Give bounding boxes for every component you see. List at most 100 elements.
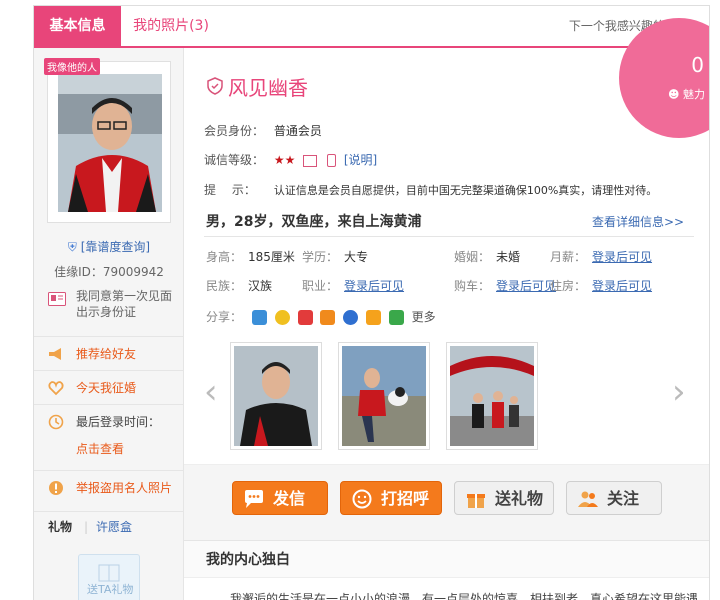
tab-wish-box[interactable]: 许愿盒	[96, 512, 132, 542]
megaphone-icon	[49, 348, 61, 360]
last-login-label: 最后登录时间：	[76, 415, 161, 429]
qzone-share-icon[interactable]	[251, 310, 267, 325]
tab-gift[interactable]: 礼物	[48, 512, 72, 542]
member-id: 佳缘ID：79009942	[54, 265, 164, 279]
gift-icon	[98, 564, 120, 582]
gift-icon	[467, 494, 485, 508]
divider	[204, 236, 694, 237]
fact-nation: 民族： 汉族	[206, 277, 272, 294]
monologue-header: 我的内心独白	[184, 540, 709, 578]
send-gift-label: 送礼物	[495, 489, 544, 508]
fact-salary-value[interactable]: 登录后可见	[592, 250, 652, 264]
send-gift-button[interactable]: 送礼物	[454, 481, 554, 515]
fact-height-value: 185厘米	[248, 250, 295, 264]
fact-marriage-value: 未婚	[496, 250, 521, 264]
smiley-icon	[352, 489, 372, 509]
verify-today-label: 今天我征婚	[76, 381, 137, 395]
heart-icon	[48, 381, 64, 396]
fact-education-value: 大专	[344, 250, 369, 264]
shield-icon: ⛨	[67, 240, 77, 254]
photo-2	[342, 346, 426, 446]
action-buttons: 发信 打招呼 送礼物 关注	[184, 464, 709, 540]
follow-label: 关注	[607, 489, 640, 508]
share-label: 分享：	[206, 310, 243, 324]
credit-level-label: 诚信等级：	[204, 153, 265, 167]
tab-basic-info[interactable]: 基本信息	[34, 6, 121, 46]
share-more-link[interactable]: 更多	[412, 310, 436, 324]
fact-marriage-key: 婚姻：	[454, 250, 491, 264]
photo-thumb[interactable]	[230, 342, 322, 450]
tab-my-photos[interactable]: 我的照片(3)	[121, 6, 221, 46]
photo-thumb[interactable]	[446, 342, 538, 450]
fact-salary: 月薪： 登录后可见	[550, 248, 652, 265]
send-gift-label: 送TA礼物	[87, 583, 134, 596]
tip-row: 提 示： 认证信息是会员自愿提供，目前中国无完整渠道确保100%真实，请理性对待…	[204, 181, 657, 198]
greet-button[interactable]: 打招呼	[340, 481, 442, 515]
id-verify-icon[interactable]	[303, 154, 318, 167]
people-icon	[578, 491, 598, 507]
last-login-link[interactable]: 点击查看	[76, 440, 124, 457]
fact-height: 身高： 185厘米	[206, 248, 295, 265]
follow-button[interactable]: 关注	[566, 481, 662, 515]
fact-marriage: 婚姻： 未婚	[454, 248, 520, 265]
avatar[interactable]	[58, 74, 162, 212]
kaixin-share-icon[interactable]	[343, 310, 359, 325]
fact-salary-key: 月薪：	[550, 250, 587, 264]
fact-nation-value: 汉族	[248, 279, 273, 293]
fact-education-key: 学历：	[302, 250, 339, 264]
fact-car: 购车： 登录后可见	[454, 277, 556, 294]
credit-query-link[interactable]: ⛨ [靠谱度查询]	[34, 238, 184, 255]
last-login-row: 最后登录时间：	[34, 404, 184, 438]
renren-share-icon[interactable]	[297, 310, 313, 325]
member-level-label: 会员身份：	[204, 124, 265, 138]
credit-query-label: [靠谱度查询]	[80, 240, 151, 254]
douban-share-icon[interactable]	[320, 310, 336, 325]
member-badge-icon	[207, 77, 223, 95]
send-message-label: 发信	[273, 489, 306, 508]
monologue-text: 我邂逅的生活是在一点小小的浪漫，有一点层处的惊喜，相扶到老，真心希望在这里能遇	[230, 592, 699, 600]
profile-page: 基本信息 我的照片(3) 下一个我感兴趣的人>> 我像他的人 ⛨ [靠谱度查询]…	[33, 5, 710, 600]
fact-job: 职业： 登录后可见	[302, 277, 404, 294]
phone-verify-icon[interactable]	[327, 154, 336, 167]
charm-label-text: 魅力	[683, 88, 705, 101]
greet-label: 打招呼	[381, 489, 430, 508]
fact-job-key: 职业：	[302, 279, 339, 293]
view-details-link[interactable]: 查看详细信息>>	[592, 213, 684, 230]
weibo-share-icon[interactable]	[274, 310, 290, 325]
id-card-agreement-text: 我同意第一次见面出示身份证	[76, 289, 173, 319]
id-card-agreement: 我同意第一次见面出示身份证	[48, 288, 178, 320]
photo-strip: ‹ ›	[204, 342, 694, 454]
clock-icon	[48, 414, 64, 430]
fact-nation-key: 民族：	[206, 279, 243, 293]
credit-stars: ★★	[273, 153, 296, 167]
gift-tabs: 礼物 | 许愿盒	[34, 511, 184, 541]
tqq-share-icon[interactable]	[365, 310, 381, 325]
left-sidebar: 我像他的人 ⛨ [靠谱度查询] 佳缘ID：79009942 我同意第一次见面出示…	[34, 48, 184, 600]
fact-house-key: 住房：	[550, 279, 587, 293]
tip-value: 认证信息是会员自愿提供，目前中国无完整渠道确保100%真实，请理性对待。	[273, 184, 658, 197]
credit-explain-link[interactable]: [说明]	[344, 153, 377, 167]
tab-bar: 基本信息 我的照片(3) 下一个我感兴趣的人>>	[34, 6, 709, 48]
recommend-label: 推荐给好友	[76, 347, 137, 361]
fact-job-value[interactable]: 登录后可见	[344, 279, 404, 293]
report-fake-photo[interactable]: 举报盗用名人照片	[34, 470, 184, 504]
send-message-button[interactable]: 发信	[232, 481, 328, 515]
charm-value: 0	[691, 53, 704, 77]
photo-next-arrow[interactable]: ›	[672, 372, 686, 412]
verify-today[interactable]: 今天我征婚	[34, 370, 184, 404]
photo-prev-arrow[interactable]: ‹	[204, 372, 218, 412]
charm-label: ☻ 魅力	[668, 86, 705, 102]
fact-car-key: 购车：	[454, 279, 491, 293]
lookalike-badge[interactable]: 我像他的人	[44, 58, 100, 75]
tab-divider: |	[84, 520, 89, 534]
send-gift-box[interactable]: 送TA礼物	[78, 554, 140, 600]
nickname: 风见幽香	[228, 76, 308, 100]
photo-thumb[interactable]	[338, 342, 430, 450]
fact-house-value[interactable]: 登录后可见	[592, 279, 652, 293]
share-row: 分享： 更多	[206, 308, 436, 325]
member-level-row: 会员身份： 普通会员	[204, 122, 322, 139]
more-share-icon[interactable]	[388, 310, 404, 325]
recommend-to-friend[interactable]: 推荐给好友	[34, 336, 184, 370]
fact-car-value[interactable]: 登录后可见	[496, 279, 556, 293]
photo-1	[234, 346, 318, 446]
